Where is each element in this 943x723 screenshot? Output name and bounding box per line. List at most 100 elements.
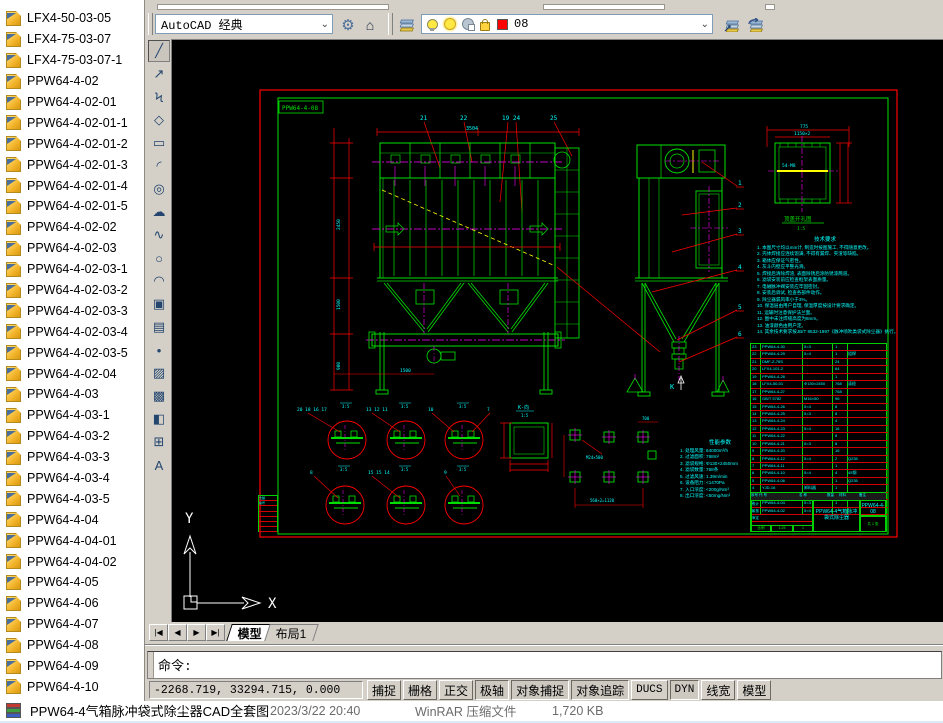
layer-color-swatch[interactable] (497, 19, 508, 30)
layer-freeze-sun-icon[interactable] (444, 18, 456, 30)
status-toggle-button[interactable]: 对象追踪 (571, 680, 629, 700)
file-list-item[interactable]: PPW64-4-02-03-4 (0, 321, 144, 342)
last-tab-button[interactable]: ▶| (206, 624, 225, 641)
chevron-down-icon[interactable]: ⌄ (321, 19, 329, 30)
svg-text:3504: 3504 (466, 126, 478, 132)
tab-layout1[interactable]: 布局1 (264, 624, 318, 641)
file-list-item[interactable]: PPW64-4-02-03 (0, 238, 144, 259)
gear-icon: ⚙ (341, 16, 354, 34)
rectangle-tool-button[interactable]: ▭ (148, 132, 170, 154)
file-list-item[interactable]: PPW64-4-02-01 (0, 92, 144, 113)
file-list-item[interactable]: PPW64-4-02-01-2 (0, 133, 144, 154)
file-list-item[interactable]: PPW64-4-02-03-1 (0, 259, 144, 280)
region-tool-button[interactable]: ◧ (148, 408, 170, 430)
make-object-layer-current-button[interactable] (721, 13, 743, 37)
spline-tool-button[interactable]: ∿ (148, 224, 170, 246)
polygon-tool-button[interactable]: ◇ (148, 109, 170, 131)
first-tab-button[interactable]: |◀ (149, 624, 168, 641)
layer-plot-icon[interactable] (462, 18, 474, 30)
chevron-down-icon[interactable]: ⌄ (701, 19, 709, 30)
construction-line-tool-button[interactable]: ↗ (148, 63, 170, 85)
file-list-item[interactable]: PPW64-4-03-4 (0, 468, 144, 489)
file-list-item[interactable]: PPW64-4-02-01-5 (0, 196, 144, 217)
file-list-item[interactable]: PPW64-4-06 (0, 593, 144, 614)
file-name: PPW64-4-02 (27, 74, 99, 88)
file-list-item[interactable]: PPW64-4-03-3 (0, 447, 144, 468)
circle-tool-button[interactable]: ◎ (148, 178, 170, 200)
file-list-item[interactable]: PPW64-4-05 (0, 572, 144, 593)
file-list-item[interactable]: PPW64-4-08 (0, 635, 144, 656)
file-name: PPW64-4-02-03-1 (27, 262, 128, 276)
file-list-item[interactable]: PPW64-4-04-01 (0, 530, 144, 551)
file-list-item[interactable]: PPW64-4-03-1 (0, 405, 144, 426)
status-toggle-button[interactable]: DYN (670, 680, 700, 700)
layer-combo[interactable]: 08 ⌄ (421, 14, 713, 34)
ellipse-tool-button[interactable]: ○ (148, 247, 170, 269)
layer-on-bulb-icon[interactable] (427, 19, 438, 30)
ellipse-arc-tool-button[interactable]: ◠ (148, 270, 170, 292)
point-tool-button[interactable]: • (148, 339, 170, 361)
file-list-item[interactable]: PPW64-4-03-2 (0, 426, 144, 447)
file-list-item[interactable]: PPW64-4-02-03-5 (0, 342, 144, 363)
file-list-item[interactable]: PPW64-4-02-03-2 (0, 280, 144, 301)
toolbar-grip[interactable] (148, 13, 153, 35)
status-toggle-button[interactable]: 对象捕捉 (511, 680, 569, 700)
file-list-item[interactable]: PPW64-4-03-5 (0, 488, 144, 509)
prev-tab-button[interactable]: ◀ (168, 624, 187, 641)
command-splitter[interactable] (145, 641, 943, 651)
multiline-text-tool-button[interactable]: A (148, 454, 170, 476)
file-list-item[interactable]: PPW64-4-09 (0, 656, 144, 677)
file-list-item[interactable]: LFX4-50-03-05 (0, 8, 144, 29)
status-toggle-button[interactable]: 模型 (737, 680, 771, 700)
command-window[interactable]: 命令: (147, 651, 942, 679)
layer-previous-button[interactable] (744, 13, 766, 37)
file-list-item[interactable]: PPW64-4-04 (0, 509, 144, 530)
make-block-tool-button[interactable]: ▤ (148, 316, 170, 338)
status-toggle-button[interactable]: 捕捉 (367, 680, 401, 700)
gradient-tool-button[interactable]: ▩ (148, 385, 170, 407)
workspace-settings-button[interactable]: ⚙ (337, 13, 359, 37)
next-tab-button[interactable]: ▶ (187, 624, 206, 641)
drawing-canvas[interactable]: PPW64-4-08 3504 2450 1500 900 (171, 39, 943, 622)
revision-cloud-tool-button[interactable]: ☁ (148, 201, 170, 223)
file-list-item[interactable]: LFX4-75-03-07 (0, 29, 144, 50)
front-view: 3504 2450 1500 900 21 22 19 24 25 (330, 115, 660, 394)
workspace-combo[interactable]: AutoCAD 经典 ⌄ (155, 14, 333, 34)
dwg-file-icon (6, 11, 21, 26)
tech-notes: 技术要求 1. 本图尺寸均以mm计, 制造时按图施工, 不得随意更改。2. 壳体… (757, 237, 893, 336)
file-list-item[interactable]: PPW64-4-10 (0, 677, 144, 698)
file-list-item[interactable]: PPW64-4-02-01-1 (0, 112, 144, 133)
status-toggle-button[interactable]: DUCS (631, 680, 667, 700)
my-workspace-button[interactable]: ⌂ (359, 13, 381, 37)
status-toggle-button[interactable]: 线宽 (701, 680, 735, 700)
file-list-item[interactable]: PPW64-4-02 (0, 71, 144, 92)
table-tool-button[interactable]: ⊞ (148, 431, 170, 453)
command-prompt[interactable]: 命令: (154, 652, 192, 678)
file-name: PPW64-4-02-03-3 (27, 304, 128, 318)
status-toggle-button[interactable]: 栅格 (403, 680, 437, 700)
file-list-item[interactable]: PPW64-4-02-01-3 (0, 154, 144, 175)
file-list-item[interactable]: LFX4-75-03-07-1 (0, 50, 144, 71)
file-list-item[interactable]: PPW64-4-02-02 (0, 217, 144, 238)
polyline-tool-button[interactable]: Ϟ (148, 86, 170, 108)
arc-tool-button[interactable]: ◜ (148, 155, 170, 177)
svg-text:X: X (268, 596, 277, 612)
status-toggle-button[interactable]: 正交 (439, 680, 473, 700)
layer-arrow-icon (724, 19, 740, 32)
file-list-item[interactable]: PPW64-4-02-01-4 (0, 175, 144, 196)
hatch-tool-button[interactable]: ▨ (148, 362, 170, 384)
file-list-item[interactable]: PPW64-4-02-04 (0, 363, 144, 384)
file-name: PPW64-4-04-02 (27, 555, 117, 569)
layer-properties-button[interactable] (396, 13, 418, 37)
insert-block-tool-button[interactable]: ▣ (148, 293, 170, 315)
coordinate-display[interactable]: -2268.719, 33294.715, 0.000 (149, 681, 363, 699)
toolbar-grip[interactable] (388, 13, 393, 35)
file-list-item[interactable]: PPW64-4-03 (0, 384, 144, 405)
file-list-item[interactable]: PPW64-4-07 (0, 614, 144, 635)
archive-file-row[interactable]: PPW64-4气箱脉冲袋式除尘器CAD全套图 2023/3/22 20:40 W… (0, 700, 943, 721)
status-toggle-button[interactable]: 极轴 (475, 680, 509, 700)
file-list-item[interactable]: PPW64-4-04-02 (0, 551, 144, 572)
line-tool-button[interactable]: ╱ (148, 40, 170, 62)
file-list-item[interactable]: PPW64-4-02-03-3 (0, 300, 144, 321)
layer-lock-icon[interactable] (480, 22, 490, 31)
